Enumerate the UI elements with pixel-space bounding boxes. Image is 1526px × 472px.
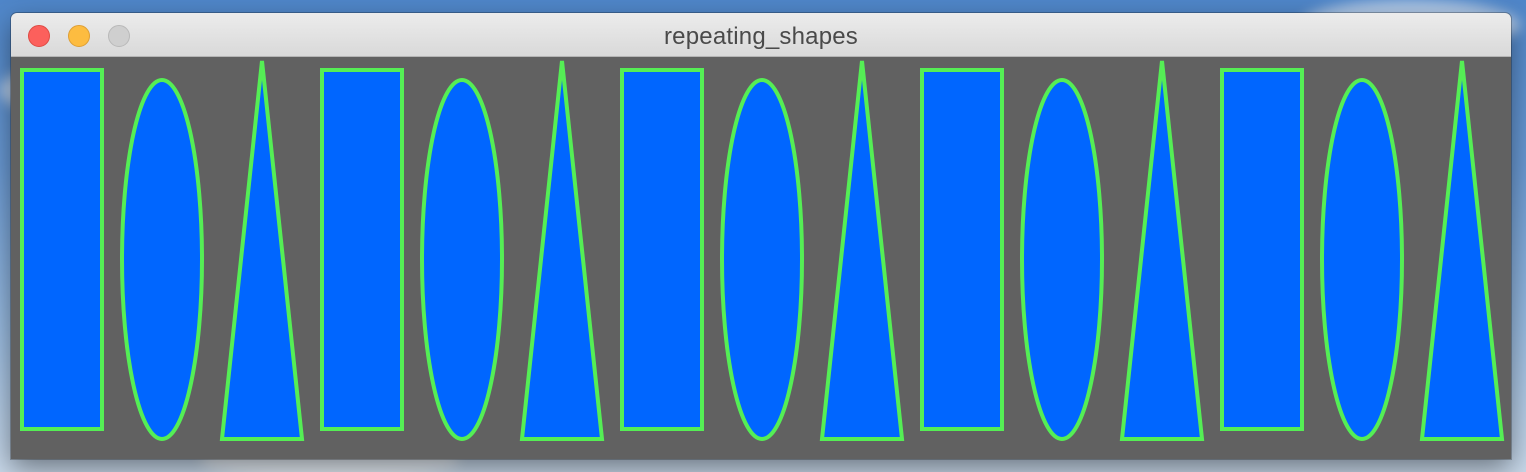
rectangle-shape <box>20 68 104 431</box>
rectangle-shape <box>920 68 1004 431</box>
title-bar[interactable]: repeating_shapes <box>11 13 1511 57</box>
ellipse-shape <box>1020 78 1104 441</box>
window-title: repeating_shapes <box>663 23 859 50</box>
sketch-canvas[interactable] <box>11 57 1511 459</box>
rectangle-shape <box>320 68 404 431</box>
ellipse-shape <box>120 78 204 441</box>
rectangle-shape <box>1220 68 1304 431</box>
ellipse-shape <box>1320 78 1404 441</box>
shapes-svg <box>11 57 1511 459</box>
app-window: repeating_shapes <box>11 13 1511 459</box>
rectangle-shape <box>620 68 704 431</box>
ellipse-shape <box>720 78 804 441</box>
ellipse-shape <box>420 78 504 441</box>
